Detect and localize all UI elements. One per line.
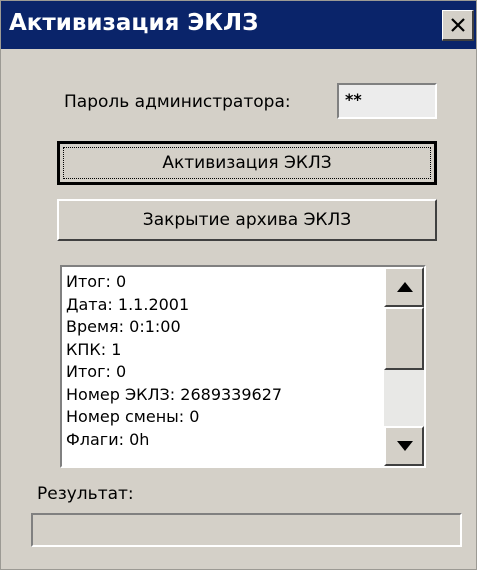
close-archive-button[interactable]: Закрытие архива ЭКЛЗ: [57, 199, 437, 241]
log-line: Дата: 1.1.2001: [66, 294, 190, 314]
activate-button-label: Активизация ЭКЛЗ: [162, 153, 332, 173]
password-input[interactable]: **: [337, 83, 437, 119]
log-scrollbar[interactable]: [384, 267, 424, 466]
result-label: Результат:: [37, 484, 134, 504]
close-archive-button-label: Закрытие архива ЭКЛЗ: [142, 210, 352, 230]
password-value: **: [345, 90, 362, 109]
log-line: Итог: 0: [66, 272, 127, 291]
scroll-up-button[interactable]: [384, 267, 424, 307]
password-label: Пароль администратора:: [64, 92, 291, 112]
scroll-thumb[interactable]: [384, 307, 424, 370]
dialog-window: Активизация ЭКЛЗ Пароль администратора: …: [0, 0, 477, 570]
log-line: КПК: 1: [66, 339, 122, 359]
title-bar[interactable]: Активизация ЭКЛЗ: [1, 1, 476, 49]
close-button[interactable]: [442, 10, 474, 41]
scroll-down-button[interactable]: [384, 426, 424, 466]
log-line: Итог: 0: [66, 362, 127, 381]
log-line: Номер смены: 0: [66, 407, 200, 426]
log-lines: Итог: 0 Дата: 1.1.2001 Время: 0:1:00 КПК…: [66, 271, 382, 451]
log-line: Время: 0:1:00: [66, 317, 181, 336]
window-title: Активизация ЭКЛЗ: [9, 10, 259, 36]
result-field: [31, 513, 462, 547]
activate-button[interactable]: Активизация ЭКЛЗ: [57, 141, 437, 185]
log-line: Флаги: 0h: [66, 429, 150, 449]
log-listbox[interactable]: Итог: 0 Дата: 1.1.2001 Время: 0:1:00 КПК…: [60, 265, 426, 468]
log-line: Номер ЭКЛЗ: 2689339627: [66, 384, 283, 404]
